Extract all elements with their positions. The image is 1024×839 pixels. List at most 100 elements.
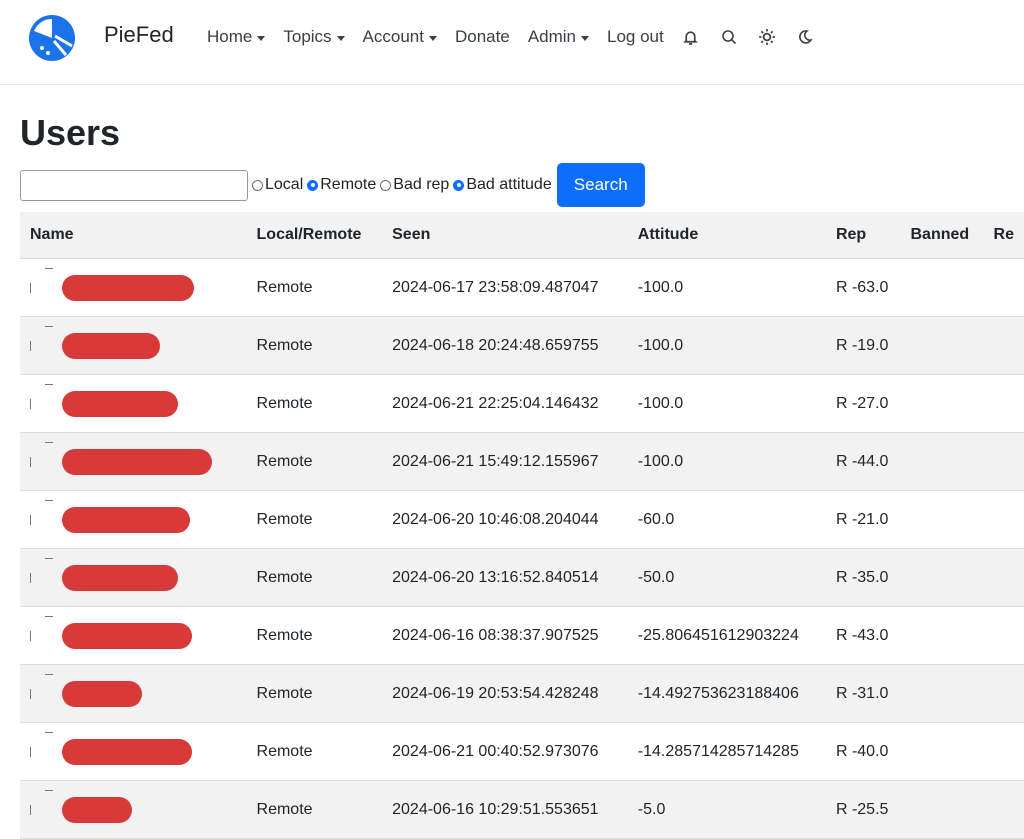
user-name-cell[interactable] [20, 606, 247, 665]
user-attitude: -100.0 [627, 316, 826, 375]
user-reports [983, 606, 1024, 665]
user-local-remote: Remote [246, 606, 383, 665]
search-icon[interactable] [720, 28, 738, 46]
user-local-remote: Remote [246, 548, 383, 607]
user-reports [983, 374, 1024, 433]
redacted-username[interactable] [62, 796, 132, 823]
header-attitude[interactable]: Attitude [627, 212, 826, 259]
avatar [30, 557, 53, 593]
table-row: Remote 2024-06-21 22:25:04.146432 -100.0 R … [20, 374, 1024, 433]
nav-donate[interactable]: Donate [455, 27, 510, 47]
table-row: Remote 2024-06-21 00:40:52.973076 -14.2857… [20, 722, 1024, 781]
avatar [30, 789, 53, 825]
redacted-username[interactable] [62, 506, 190, 533]
header-name[interactable]: Name [20, 212, 247, 259]
radio-remote-button[interactable] [307, 179, 319, 191]
user-rep: R -35.0 [825, 548, 901, 607]
search-input[interactable] [20, 169, 248, 201]
search-button[interactable]: Search [556, 163, 645, 207]
user-name-cell[interactable] [20, 548, 247, 607]
user-name-cell[interactable] [20, 432, 247, 491]
radio-remote[interactable]: Remote [307, 176, 376, 194]
user-banned [900, 722, 984, 781]
header-local-remote[interactable]: Local/Remote [246, 212, 383, 259]
redacted-username[interactable] [62, 680, 142, 707]
radio-bad-attitude-button[interactable] [453, 179, 465, 191]
user-banned [900, 606, 984, 665]
redacted-username[interactable] [62, 390, 178, 417]
header-banned[interactable]: Banned [900, 212, 984, 259]
user-local-remote: Remote [246, 664, 383, 723]
nav-admin[interactable]: Admin [528, 27, 589, 47]
user-rep: R -21.0 [825, 490, 901, 549]
user-seen: 2024-06-20 10:46:08.204044 [382, 490, 628, 549]
user-name-cell[interactable] [20, 490, 247, 549]
nav-home[interactable]: Home [207, 27, 265, 47]
user-seen: 2024-06-19 20:53:54.428248 [382, 664, 628, 723]
user-name-cell[interactable] [20, 722, 247, 781]
radio-remote-label: Remote [320, 176, 377, 193]
user-rep: R -44.0 [825, 432, 901, 491]
user-banned [900, 258, 984, 317]
user-rep: R -19.0 [825, 316, 901, 375]
header-seen[interactable]: Seen [382, 212, 628, 259]
users-table: Name Local/Remote Seen Attitude Rep Bann… [20, 212, 1024, 839]
redacted-username[interactable] [62, 448, 212, 475]
nav-logout[interactable]: Log out [607, 27, 664, 47]
table-row: Remote 2024-06-16 08:38:37.907525 -25.8064… [20, 606, 1024, 665]
page-title: Users [20, 112, 121, 153]
nav-account[interactable]: Account [363, 27, 437, 47]
user-banned [900, 490, 984, 549]
users-table-body: Remote 2024-06-17 23:58:09.487047 -100.0 R … [20, 258, 1024, 839]
header-reports[interactable]: Re [983, 212, 1024, 259]
redacted-username[interactable] [62, 274, 194, 301]
avatar [30, 441, 53, 477]
user-name-cell[interactable] [20, 664, 247, 723]
user-rep: R -43.0 [825, 606, 901, 665]
user-banned [900, 548, 984, 607]
user-name-cell[interactable] [20, 316, 247, 375]
user-attitude: -100.0 [627, 432, 826, 491]
user-seen: 2024-06-17 23:58:09.487047 [382, 258, 628, 317]
user-rep: R -63.0 [825, 258, 901, 317]
user-name-cell[interactable] [20, 258, 247, 317]
redacted-username[interactable] [62, 622, 192, 649]
moon-icon[interactable] [796, 28, 814, 46]
user-local-remote: Remote [246, 316, 383, 375]
user-reports [983, 664, 1024, 723]
redacted-username[interactable] [62, 738, 192, 765]
sun-icon[interactable] [758, 28, 776, 46]
brand-name[interactable]: PieFed [104, 22, 174, 48]
radio-local-button[interactable] [252, 179, 263, 191]
user-local-remote: Remote [246, 374, 383, 433]
table-row: Remote 2024-06-17 23:58:09.487047 -100.0 R … [20, 258, 1024, 317]
table-row: Remote 2024-06-19 20:53:54.428248 -14.4927… [20, 664, 1024, 723]
user-attitude: -50.0 [627, 548, 826, 607]
radio-bad-rep[interactable]: Bad rep [380, 176, 449, 194]
nav-topics[interactable]: Topics [283, 27, 344, 47]
user-seen: 2024-06-18 20:24:48.659755 [382, 316, 628, 375]
piefed-logo[interactable] [28, 15, 76, 61]
header-rep[interactable]: Rep [825, 212, 901, 259]
user-attitude: -60.0 [627, 490, 826, 549]
redacted-username[interactable] [62, 564, 178, 591]
user-local-remote: Remote [246, 258, 383, 317]
radio-local[interactable]: Local [252, 176, 303, 194]
user-reports [983, 316, 1024, 375]
user-local-remote: Remote [246, 490, 383, 549]
radio-bad-rep-button[interactable] [380, 179, 392, 191]
main-nav: Home Topics Account Donate Admin Log out [207, 27, 834, 47]
radio-bad-attitude[interactable]: Bad attitude [453, 176, 552, 194]
radio-bad-attitude-label: Bad attitude [466, 176, 552, 193]
bell-icon[interactable] [682, 28, 700, 46]
user-rep: R -27.0 [825, 374, 901, 433]
user-reports [983, 490, 1024, 549]
user-seen: 2024-06-20 13:16:52.840514 [382, 548, 628, 607]
user-rep: R -31.0 [825, 664, 901, 723]
table-row: Remote 2024-06-18 20:24:48.659755 -100.0 R … [20, 316, 1024, 375]
user-seen: 2024-06-21 00:40:52.973076 [382, 722, 628, 781]
user-name-cell[interactable] [20, 374, 247, 433]
redacted-username[interactable] [62, 332, 160, 359]
user-attitude: -100.0 [627, 258, 826, 317]
user-banned [900, 316, 984, 375]
